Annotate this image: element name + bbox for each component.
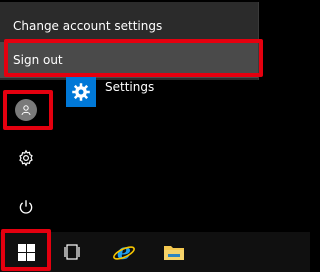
internet-explorer-button[interactable]: e xyxy=(100,232,148,272)
change-account-settings-item[interactable]: Change account settings xyxy=(0,8,258,44)
settings-app-entry[interactable]: Settings xyxy=(52,77,258,108)
account-flyout-menu: Change account settings Sign out xyxy=(0,2,259,80)
gear-icon xyxy=(19,149,33,167)
taskbar: e xyxy=(0,232,310,272)
power-icon xyxy=(19,200,33,214)
user-account-button[interactable] xyxy=(0,91,52,129)
file-explorer-icon xyxy=(164,246,184,260)
settings-rail-button[interactable] xyxy=(0,139,52,177)
task-view-button[interactable] xyxy=(48,232,96,272)
start-button[interactable] xyxy=(2,232,50,272)
internet-explorer-icon: e xyxy=(113,240,135,264)
power-button[interactable] xyxy=(0,188,52,226)
user-icon xyxy=(15,99,37,121)
settings-app-icon xyxy=(66,77,96,107)
file-explorer-button[interactable] xyxy=(150,232,198,272)
settings-app-label: Settings xyxy=(105,80,155,94)
task-view-icon xyxy=(64,244,80,260)
gear-icon xyxy=(72,83,90,101)
sign-out-item[interactable]: Sign out xyxy=(0,42,258,78)
windows-logo-icon xyxy=(17,243,35,261)
